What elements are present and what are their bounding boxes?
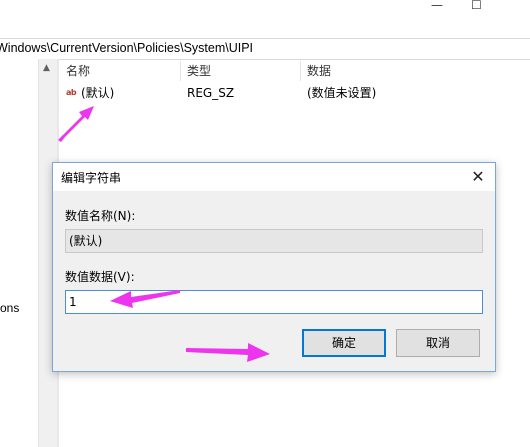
tree-item[interactable]: ons [0,301,19,315]
address-path: Windows\CurrentVersion\Policies\System\U… [0,41,254,55]
close-icon[interactable]: ✕ [467,166,489,188]
column-divider[interactable] [180,61,181,81]
column-header-name[interactable]: 名称 [66,62,90,80]
ok-button[interactable]: 确定 [302,329,386,357]
column-divider[interactable] [300,61,301,81]
tree-pane[interactable] [0,59,38,447]
value-type-cell[interactable]: REG_SZ [187,85,234,101]
value-data-cell[interactable]: (数值未设置) [307,85,376,101]
column-header-type[interactable]: 类型 [187,62,211,80]
dialog-title: 编辑字符串 [61,171,122,185]
annotation-arrow-icon [58,106,94,142]
minimize-icon[interactable]: — [431,0,443,12]
column-header-data[interactable]: 数据 [307,62,331,80]
value-name-cell[interactable]: (默认) [81,85,114,101]
edit-string-dialog: 编辑字符串 ✕ 数值名称(N): (默认) 数值数据(V): 1 确定 取消 [52,162,496,372]
address-bar[interactable]: Windows\CurrentVersion\Policies\System\U… [0,38,530,60]
cancel-button[interactable]: 取消 [396,329,480,357]
value-name-label: 数值名称(N): [65,209,136,223]
value-name-field[interactable]: (默认) [65,229,483,253]
dialog-title-bar[interactable]: 编辑字符串 ✕ [53,163,495,191]
string-value-icon: ab [66,88,77,97]
value-data-label: 数值数据(V): [65,270,135,284]
value-data-field[interactable]: 1 [65,290,483,314]
maximize-icon[interactable]: ☐ [471,0,482,12]
scroll-up-icon[interactable]: ▲ [43,63,50,73]
